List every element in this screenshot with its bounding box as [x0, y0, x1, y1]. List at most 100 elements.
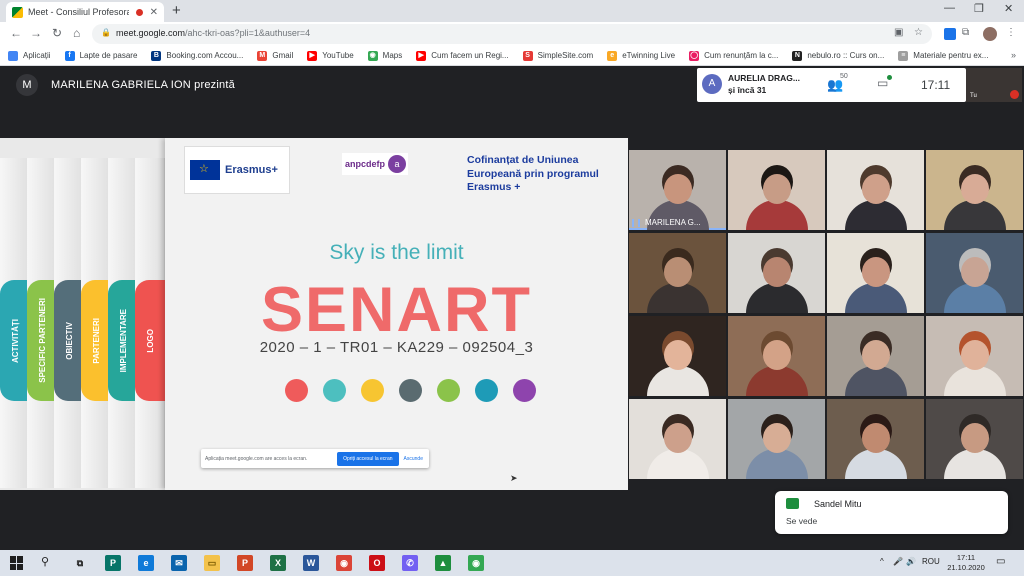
participant-tile[interactable] [728, 150, 825, 230]
participant-tile[interactable] [629, 316, 726, 396]
chat-sender: Sandel Mitu [814, 499, 862, 509]
color-dot [323, 379, 346, 402]
maximize-button[interactable]: ❐ [974, 2, 984, 15]
cast-icon[interactable]: ▣ [894, 27, 903, 38]
taskbar-time: 17:11 [956, 553, 976, 562]
publisher-icon[interactable]: P [105, 555, 121, 571]
address-bar[interactable]: 🔒 meet.google.com/ahc-tkri-oas?pli=1&aut… [92, 24, 932, 44]
bookmark-item[interactable]: f Lapte de pasare [64, 50, 137, 61]
minimize-button[interactable]: — [944, 2, 955, 14]
color-dot [475, 379, 498, 402]
participant-tile[interactable] [728, 399, 825, 479]
bookmark-item[interactable]: ▶ YouTube [307, 50, 354, 61]
bookmark-item[interactable]: B Booking.com Accou... [151, 50, 243, 61]
chat-message-icon [786, 498, 799, 509]
bookmark-item[interactable]: M Gmail [257, 50, 293, 61]
excel-icon[interactable]: X [270, 555, 286, 571]
participant-tile[interactable] [728, 233, 825, 313]
participant-tile[interactable] [926, 233, 1023, 313]
chrome-profile-icon[interactable]: ◉ [468, 555, 484, 571]
participant-grid: MARILENA G... [629, 150, 1024, 480]
etwinning-icon: e [607, 50, 618, 61]
bookmark-item[interactable]: ≡ Materiale pentru ex... [898, 50, 988, 61]
window-close-button[interactable]: ✕ [1004, 2, 1013, 15]
bookmark-item[interactable]: S SimpleSite.com [522, 50, 593, 61]
new-tab-button[interactable]: + [172, 2, 181, 19]
chat-notification-dot [887, 75, 892, 80]
presenting-label: MARILENA GABRIELA ION prezintă [51, 79, 235, 91]
tab-close-icon[interactable]: ✕ [150, 7, 158, 18]
participant-tile[interactable] [629, 233, 726, 313]
word-icon[interactable]: W [303, 555, 319, 571]
bookmark-item[interactable]: ◉ Maps [367, 50, 402, 61]
windows-start-icon[interactable] [10, 556, 24, 570]
erasmus-logo: Erasmus+ [184, 146, 290, 194]
taskbar-clock[interactable]: 17:11 21.10.2020 [946, 553, 986, 573]
meeting-clock: 17:11 [921, 78, 951, 92]
chrome-icon[interactable]: ◉ [336, 555, 352, 571]
tray-mic-icon[interactable]: 🎤 [893, 557, 903, 566]
participant-face [960, 423, 989, 453]
bookmark-star-icon[interactable]: ☆ [914, 27, 923, 38]
meet-app-icon[interactable]: ▲ [435, 555, 451, 571]
stop-sharing-button[interactable]: Opriți accesul la ecran [337, 451, 399, 466]
anpcdefp-logo-text: anpcdefp [345, 159, 386, 169]
reload-button[interactable]: ↻ [52, 26, 62, 40]
participant-tile[interactable] [827, 150, 924, 230]
participant-tile[interactable] [629, 399, 726, 479]
color-dot [437, 379, 460, 402]
participant-tile[interactable] [926, 316, 1023, 396]
participant-tile[interactable] [926, 150, 1023, 230]
tab-meet[interactable]: Meet - Consiliul Profesoral ✕ [6, 2, 164, 22]
participant-tile[interactable] [827, 399, 924, 479]
file-explorer-icon[interactable]: ▭ [204, 555, 220, 571]
input-language[interactable]: ROU [922, 557, 940, 566]
participant-face [960, 257, 989, 287]
bookmark-item[interactable]: ◯ Cum renunțăm la c... [689, 50, 778, 61]
spine-label: OBIECTIV [64, 321, 74, 360]
taskbar-search-icon[interactable]: ⚲ [41, 555, 49, 568]
spine-tab: SPECIFIC PARTENERI [27, 280, 57, 401]
participant-face [663, 257, 692, 287]
extensions-icon[interactable]: ⧉ [962, 27, 969, 38]
task-view-icon[interactable]: ⧉ [72, 555, 88, 571]
profile-avatar[interactable] [983, 27, 997, 41]
hide-notice-button[interactable]: Ascunde [404, 456, 423, 462]
bookmark-item[interactable]: ▶ Cum facem un Regi... [416, 50, 509, 61]
bookmarks-overflow-icon[interactable]: » [1011, 50, 1016, 60]
lock-icon: 🔒 [101, 28, 111, 37]
powerpoint-icon[interactable]: P [237, 555, 253, 571]
chat-notification[interactable]: Sandel Mitu Se vede [775, 491, 1008, 534]
forward-button[interactable]: → [30, 26, 42, 40]
extension-badge-icon[interactable] [944, 28, 956, 40]
chrome-menu-icon[interactable]: ⋮ [1006, 27, 1016, 38]
participant-tile[interactable] [926, 399, 1023, 479]
bookmark-item[interactable]: e eTwinning Live [607, 50, 675, 61]
mail-icon[interactable]: ✉ [171, 555, 187, 571]
participant-face [762, 174, 791, 204]
tab-strip: Meet - Consiliul Profesoral ✕ + — ❐ ✕ [0, 0, 1024, 22]
bookmark-item[interactable]: Nnebulo.ro :: Curs on... [792, 50, 884, 61]
participant-tile[interactable] [827, 316, 924, 396]
tray-overflow-icon[interactable]: ^ [880, 557, 884, 566]
color-dot [513, 379, 536, 402]
url-path: /ahc-tkri-oas?pli=1&authuser=4 [185, 28, 311, 38]
participant-label: MARILENA G... [632, 218, 701, 227]
speaking-indicator-icon [632, 218, 640, 227]
opera-icon[interactable]: O [369, 555, 385, 571]
home-button[interactable]: ⌂ [73, 26, 80, 40]
meeting-stage: ACTIVITĂȚI SPECIFIC PARTENERI OBIECTIV PART… [0, 104, 1024, 550]
participant-tile[interactable]: MARILENA G... [629, 150, 726, 230]
self-view[interactable]: Tu [966, 68, 1022, 102]
participant-face [762, 257, 791, 287]
bookmark-item[interactable]: Aplicații [8, 50, 51, 61]
participant-tile[interactable] [728, 316, 825, 396]
tray-speaker-icon[interactable]: 🔊 [906, 557, 916, 566]
edge-icon[interactable]: e [138, 555, 154, 571]
participant-tile[interactable] [827, 233, 924, 313]
presentation-slide: ACTIVITĂȚI SPECIFIC PARTENERI OBIECTIV PART… [0, 138, 628, 490]
viber-icon[interactable]: ✆ [402, 555, 418, 571]
back-button[interactable]: ← [10, 26, 22, 40]
participant-face [861, 257, 890, 287]
notification-center-icon[interactable]: ▭ [996, 556, 1005, 567]
